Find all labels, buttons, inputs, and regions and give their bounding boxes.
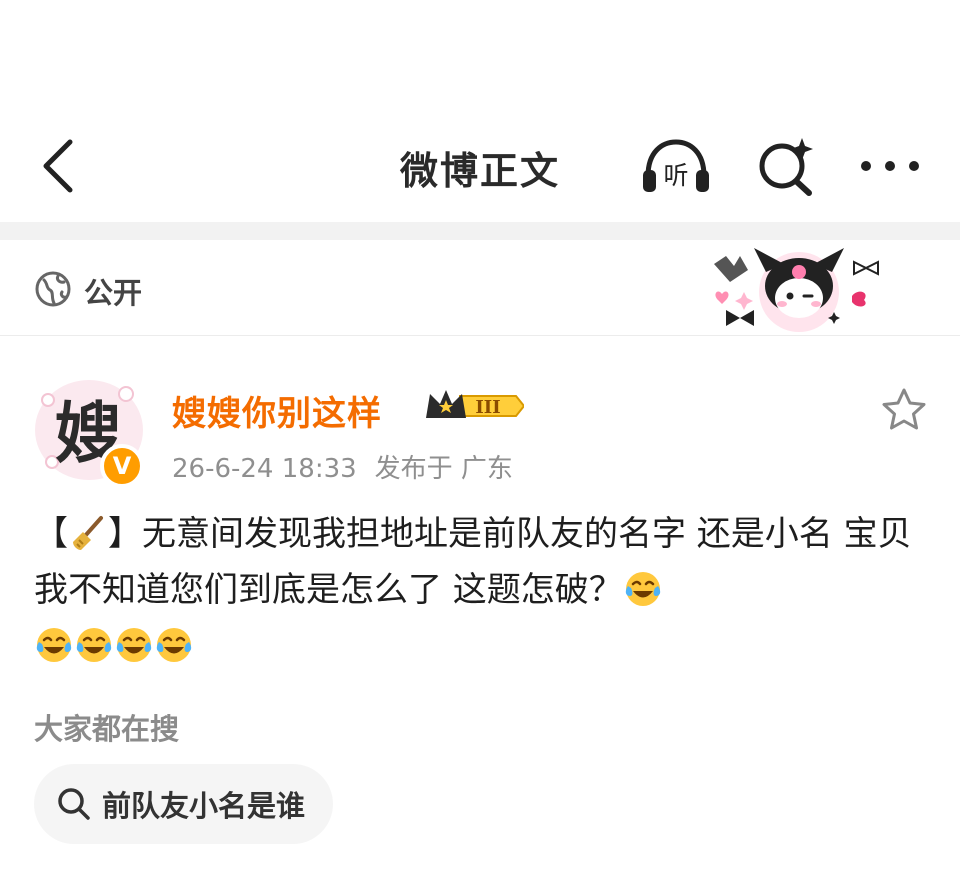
laugh-cry-emoji [625,572,660,606]
star-icon [882,388,926,430]
visibility-row: 公开 [0,240,960,336]
more-button[interactable] [850,132,930,200]
post-meta: 26-6-24 18:33 发布于 广东 [172,448,513,485]
listen-button[interactable]: 听 [636,132,716,200]
laugh-cry-emoji [156,628,192,662]
visibility-label: 公开 [84,276,143,310]
listen-label: 听 [663,161,688,190]
hot-search-chip-text: 前队友小名是谁 [102,789,306,823]
status-bar-space [0,0,960,110]
hot-search-chip[interactable]: 前队友小名是谁 [34,764,334,844]
more-dots-icon [861,161,919,171]
headphones-icon: 听 [643,139,709,192]
search-button[interactable] [746,132,826,200]
username[interactable]: 嫂嫂你别这样 [172,386,382,435]
search-sparkle-icon [759,138,813,196]
post-location: 发布于 广东 [374,454,513,484]
search-icon [58,788,90,820]
post-body: 】无意间发现我担地址是前队友的名字 还是小名 宝贝我不知道您们到底是怎么了 这题… [34,514,912,610]
post-timestamp: 26-6-24 18:33 [172,454,357,484]
badge-level: III [475,397,500,418]
laugh-cry-emoji [76,628,112,662]
globe-icon [35,271,71,307]
nav-bar: 微博正文 听 [0,110,960,222]
favorite-button[interactable] [880,386,928,434]
verified-badge: V [100,444,144,488]
laugh-cry-emoji [36,628,72,662]
laugh-cry-emoji [116,628,152,662]
post-text: 【】无意间发现我担地址是前队友的名字 还是小名 宝贝我不知道您们到底是怎么了 这… [34,506,934,674]
broom-icon [73,516,103,550]
text-open-bracket: 【 [34,514,68,554]
section-divider [0,222,960,240]
hot-search-label: 大家都在搜 [34,712,180,746]
kuromi-sticker [714,248,879,332]
membership-crown-badge[interactable]: III [424,386,524,426]
